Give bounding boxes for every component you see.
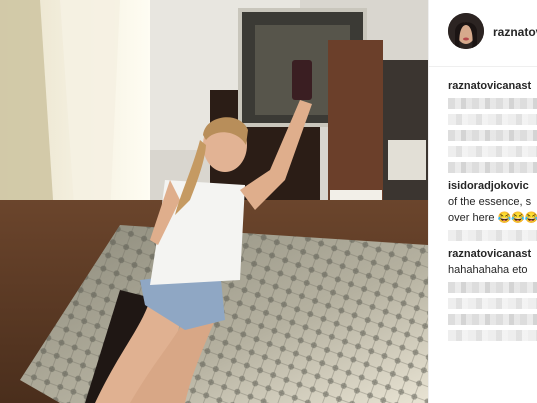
post-header: raznatov (429, 0, 537, 67)
avatar-image (448, 13, 484, 49)
header-username[interactable]: raznatov (493, 25, 537, 39)
comment-item: isidoradjokovic of the essence, s over h… (448, 178, 537, 241)
blurred-text (448, 314, 537, 325)
blurred-text (448, 230, 537, 241)
blurred-text (448, 162, 537, 173)
comment-list: raznatovicanast isidoradjokovic of the e… (448, 78, 537, 346)
comment-username[interactable]: raznatovicanast (448, 78, 537, 94)
blurred-text (448, 282, 537, 293)
blurred-text (448, 130, 537, 141)
blurred-text (448, 330, 537, 341)
comment-item: raznatovicanast (448, 78, 537, 173)
blurred-text (448, 98, 537, 109)
comment-text-line: over here 😂😂😂 (448, 212, 537, 224)
comment-item: raznatovicanast hahahahaha eto (448, 246, 537, 341)
comment-username[interactable]: raznatovicanast (448, 246, 537, 262)
blurred-text (448, 146, 537, 157)
comment-text-line: hahahahaha eto (448, 264, 528, 276)
post-photo[interactable] (0, 0, 428, 403)
blurred-text (448, 298, 537, 309)
blurred-text (448, 114, 537, 125)
comment-text-line: of the essence, s (448, 196, 532, 208)
avatar[interactable] (448, 13, 484, 49)
comments-sidebar: raznatov raznatovicanast isidoradjokovic… (428, 0, 537, 403)
selfie-photo (0, 0, 428, 403)
comment-username[interactable]: isidoradjokovic (448, 178, 537, 194)
